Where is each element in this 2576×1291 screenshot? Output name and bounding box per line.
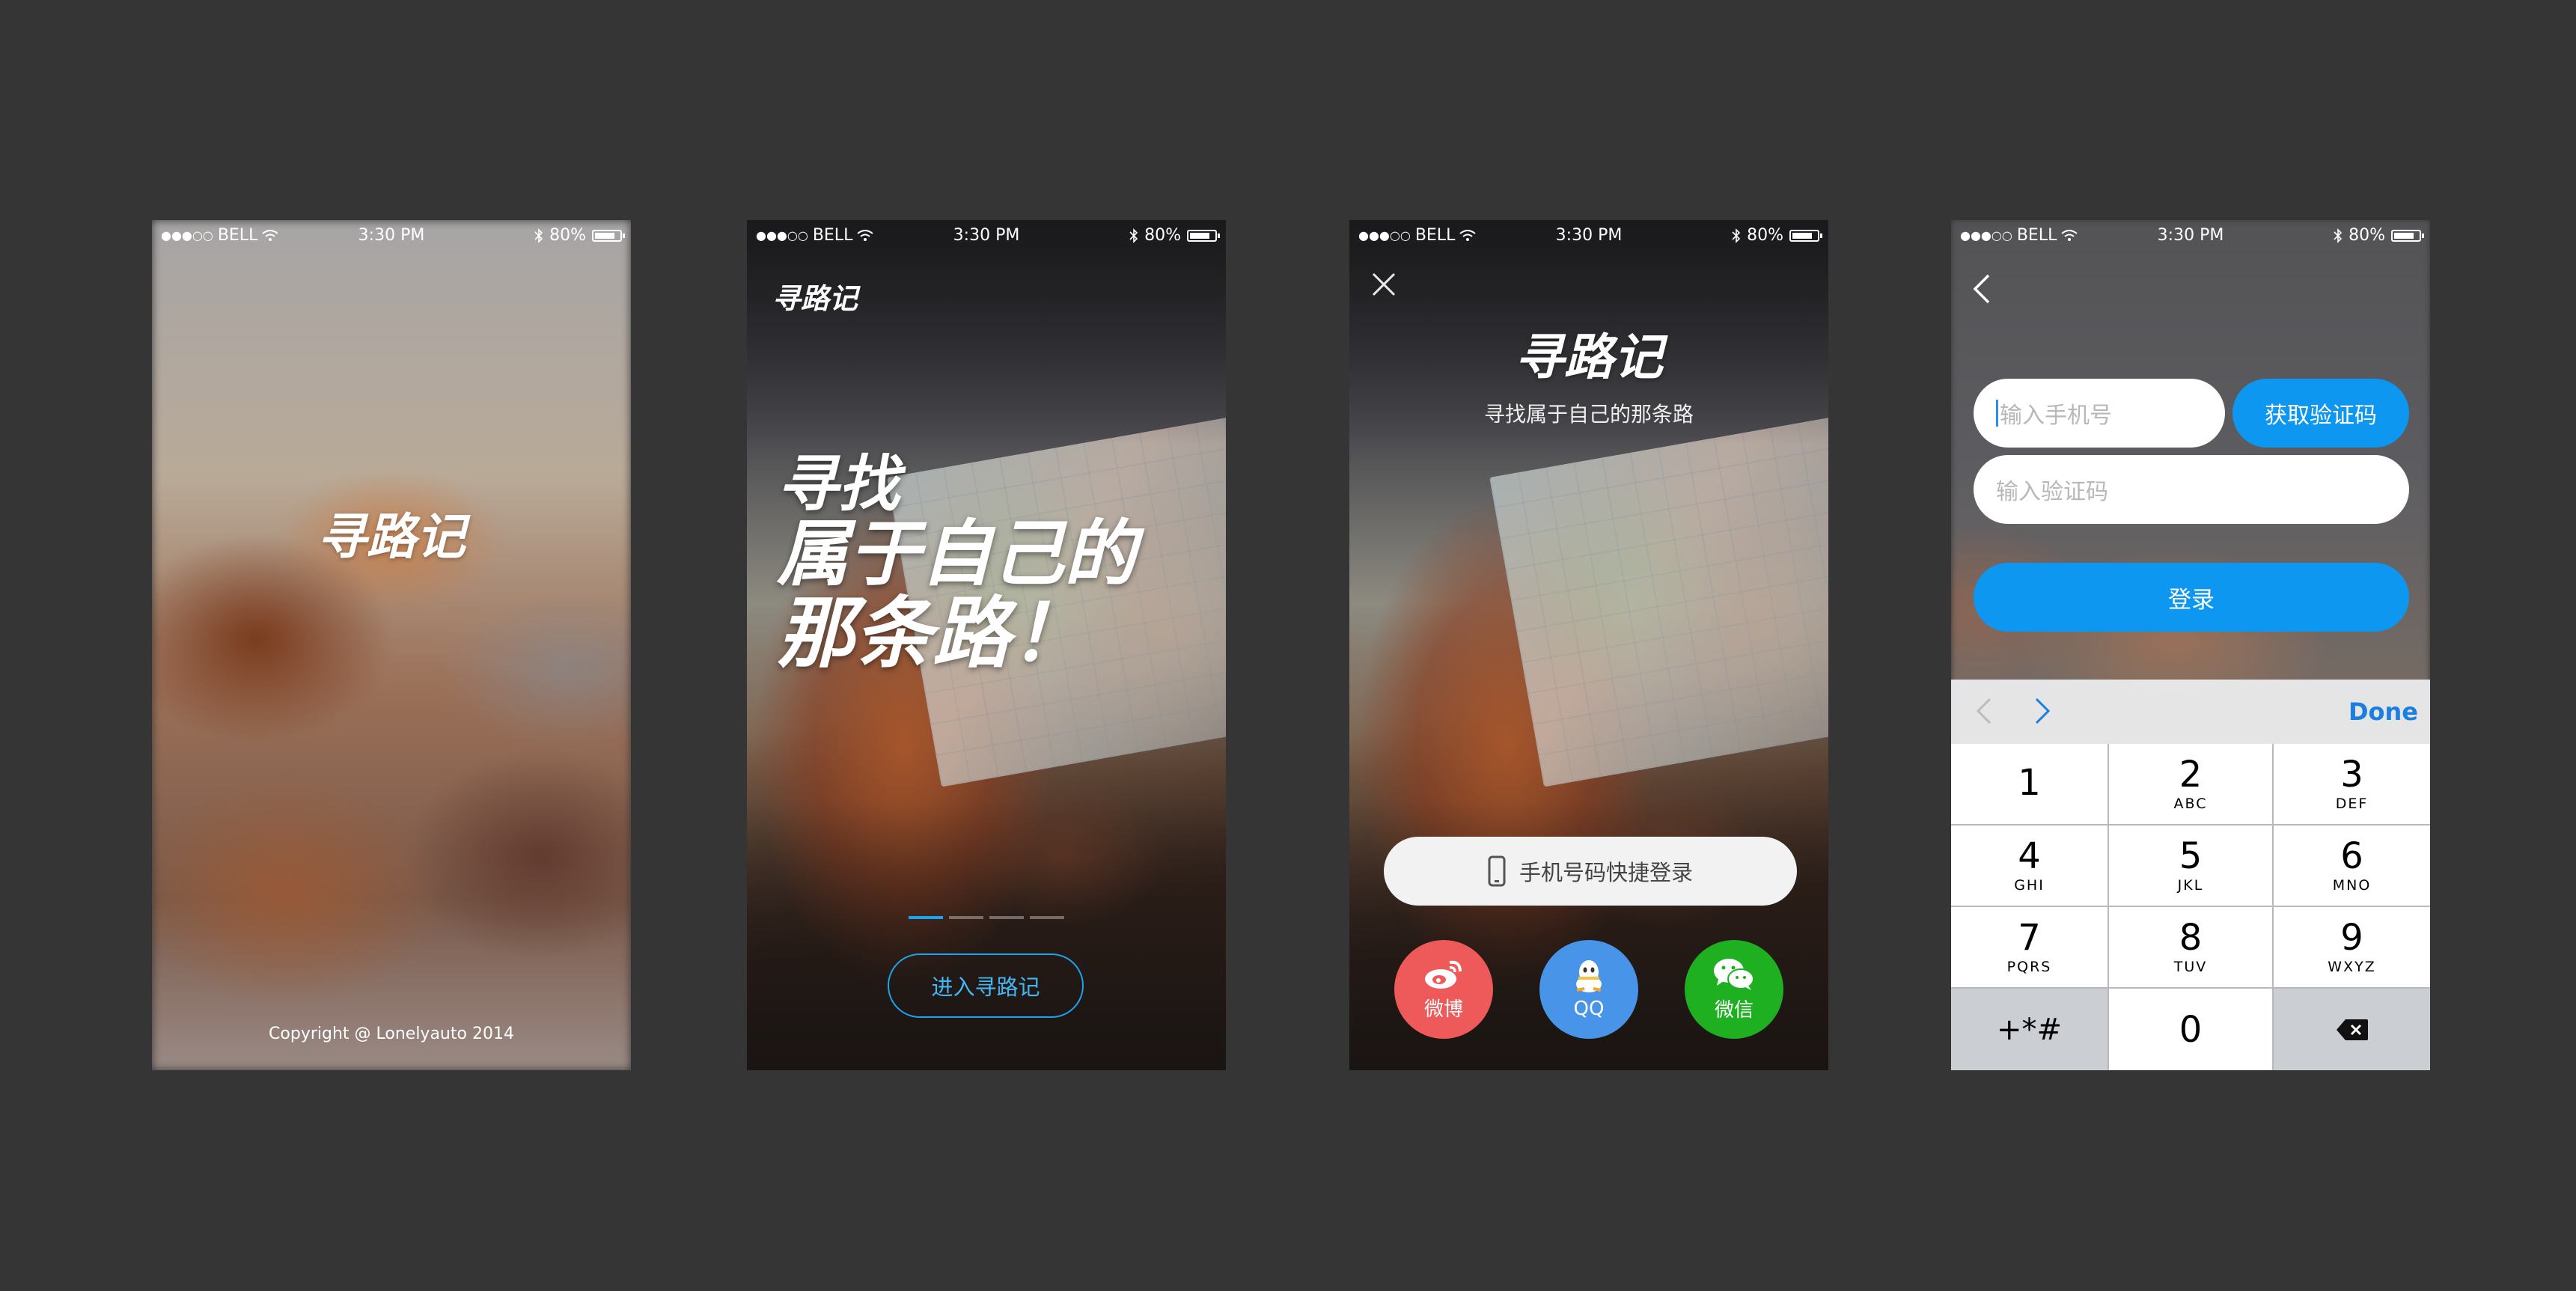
weibo-label: 微博	[1423, 998, 1463, 1021]
status-bar: ●●●○○ BELL 3:30 PM 80%	[1951, 220, 2430, 250]
text-cursor	[1996, 400, 1998, 427]
battery-icon	[592, 229, 625, 242]
battery-icon	[1187, 229, 1220, 242]
page-dot[interactable]	[949, 916, 983, 919]
battery-icon	[2391, 229, 2424, 242]
key-1[interactable]: 1	[1951, 744, 2108, 824]
page-dot[interactable]	[909, 916, 943, 919]
slogan: 寻找 属于自己的 那条路！	[777, 452, 1136, 674]
wechat-icon	[1714, 958, 1754, 990]
previous-field-icon[interactable]	[1974, 696, 1993, 726]
back-chevron-icon[interactable]	[1971, 272, 1993, 305]
key-9[interactable]: 9 WXYZ	[2274, 907, 2430, 987]
phone-login-button[interactable]: 手机号码快捷登录	[1384, 837, 1797, 906]
key-8[interactable]: 8 TUV	[2109, 907, 2272, 987]
symbols-key[interactable]: +*#	[1951, 989, 2108, 1070]
verification-code-placeholder: 输入验证码	[1996, 479, 2108, 505]
login-options-screen: ●●●○○ BELL 3:30 PM 80% 寻路记 寻找属于自己的那条路 手机号…	[1349, 220, 1828, 1070]
keyboard-toolbar: Done	[1951, 680, 2430, 744]
weibo-icon	[1425, 960, 1462, 989]
get-code-button[interactable]: 获取验证码	[2232, 379, 2409, 448]
slogan-line: 属于自己的	[777, 511, 1136, 596]
blurred-background	[152, 220, 631, 1070]
status-bar: ●●●○○ BELL 3:30 PM 80%	[747, 220, 1226, 250]
login-button[interactable]: 登录	[1974, 563, 2409, 632]
page-indicator[interactable]	[909, 916, 1064, 919]
slogan-line: 那条路！	[777, 586, 1089, 679]
onboarding-screen: ●●●○○ BELL 3:30 PM 80% 寻路记 寻找 属于自己的 那条路！ …	[747, 220, 1226, 1070]
battery-percent: 80%	[1144, 226, 1181, 245]
key-0[interactable]: 0	[2109, 989, 2272, 1070]
key-3[interactable]: 3 DEF	[2274, 744, 2430, 824]
app-subtitle: 寻找属于自己的那条路	[1483, 402, 1694, 427]
copyright-text: Copyright @ Lonelyauto 2014	[269, 1025, 514, 1043]
phone-number-placeholder: 输入手机号	[2000, 403, 2112, 429]
key-2[interactable]: 2 ABC	[2109, 744, 2272, 824]
qq-login-button[interactable]: QQ	[1539, 940, 1638, 1039]
qq-label: QQ	[1573, 998, 1605, 1020]
key-4[interactable]: 4 GHI	[1951, 825, 2108, 906]
phone-number-input[interactable]: 输入手机号	[1974, 379, 2225, 448]
app-logo: 寻路记	[317, 507, 466, 566]
delete-key[interactable]	[2274, 989, 2430, 1070]
done-button[interactable]: Done	[2348, 698, 2418, 726]
battery-percent: 80%	[1747, 226, 1783, 245]
bluetooth-icon	[1129, 228, 1138, 243]
key-6[interactable]: 6 MNO	[2274, 825, 2430, 906]
key-5[interactable]: 5 JKL	[2109, 825, 2272, 906]
slogan-line: 寻找	[777, 448, 900, 520]
battery-percent: 80%	[549, 226, 586, 245]
numeric-keypad: 1 2 ABC 3 DEF 4 GHI 5 JKL 6 MNO 7 PQRS 8 TUV 9W…	[1951, 744, 2430, 1070]
battery-percent: 80%	[2348, 226, 2385, 245]
splash-screen: ●●●○○ BELL 3:30 PM 80% 寻路记 Copyright @ Lo…	[152, 220, 631, 1070]
page-dot[interactable]	[1030, 916, 1064, 919]
map-image	[1489, 416, 1828, 787]
close-icon[interactable]	[1370, 271, 1397, 298]
enter-app-button[interactable]: 进入寻路记	[888, 953, 1084, 1018]
key-7[interactable]: 7 PQRS	[1951, 907, 2108, 987]
battery-icon	[1789, 229, 1822, 242]
mobile-phone-icon	[1488, 855, 1506, 887]
status-bar: ●●●○○ BELL 3:30 PM 80%	[152, 220, 631, 250]
bluetooth-icon	[2334, 228, 2342, 243]
verification-code-input[interactable]: 输入验证码	[1974, 455, 2409, 524]
bluetooth-icon	[1732, 228, 1741, 243]
phone-login-label: 手机号码快捷登录	[1519, 860, 1693, 885]
bluetooth-icon	[534, 228, 543, 243]
weibo-login-button[interactable]: 微博	[1394, 940, 1493, 1039]
wechat-login-button[interactable]: 微信	[1685, 940, 1783, 1039]
page-dot[interactable]	[989, 916, 1024, 919]
backspace-icon	[2336, 1019, 2368, 1040]
phone-login-screen: ●●●○○ BELL 3:30 PM 80% 输入手机号 获取验证码 输入验证码 …	[1951, 220, 2430, 1070]
status-bar: ●●●○○ BELL 3:30 PM 80%	[1349, 220, 1828, 250]
qq-icon	[1576, 960, 1602, 992]
app-logo: 寻路记	[1515, 328, 1663, 386]
app-logo-small: 寻路记	[772, 281, 858, 315]
wechat-label: 微信	[1714, 998, 1754, 1022]
next-field-icon[interactable]	[2033, 696, 2053, 726]
